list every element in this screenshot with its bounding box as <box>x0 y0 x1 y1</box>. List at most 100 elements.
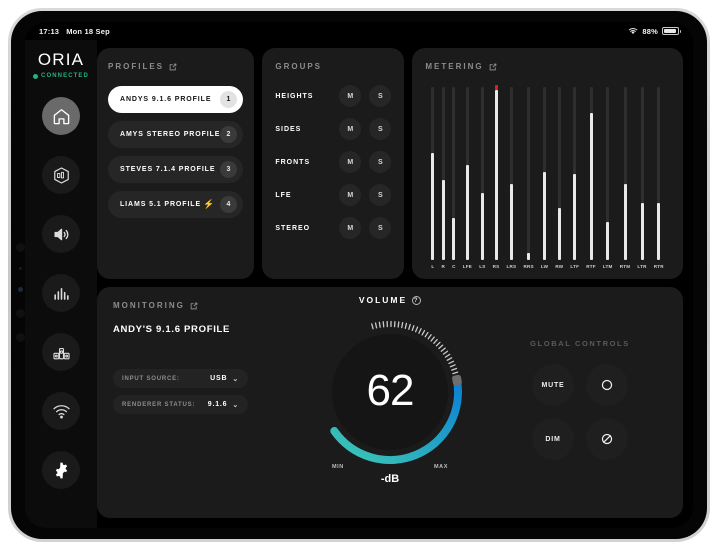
group-solo-button[interactable]: S <box>369 151 392 173</box>
chevron-down-icon[interactable]: ⌄ <box>232 401 239 409</box>
select-key: INPUT SOURCE: <box>122 375 180 382</box>
group-solo-button[interactable]: S <box>369 184 392 206</box>
groups-panel: GROUPS HEIGHTS M S SIDES M S FRONTS M S LFE M S STER… <box>262 48 405 279</box>
help-icon[interactable]: ? <box>412 295 422 305</box>
screen: 17:13 Mon 18 Sep 88% ORIA CONNECTED PROF… <box>25 22 693 528</box>
group-mute-button[interactable]: M <box>339 151 362 173</box>
meter-channel: L <box>431 87 435 269</box>
brand: ORIA CONNECTED <box>33 50 89 79</box>
sidebar-item-audio[interactable] <box>42 215 80 253</box>
volume-unit: -dB <box>380 473 400 485</box>
profile-label: STEVES 7.1.4 PROFILE <box>120 166 216 173</box>
connection-label: CONNECTED <box>41 73 89 79</box>
group-label: SIDES <box>275 125 302 133</box>
profile-item[interactable]: STEVES 7.1.4 PROFILE 3 <box>108 156 244 183</box>
profile-label: ANDYS 9.1.6 PROFILE <box>120 96 212 103</box>
dial-min-label: MIN <box>332 464 344 470</box>
global-controls-section: GLOBAL CONTROLS MUTE DIM <box>505 339 655 460</box>
meter-label: RRS <box>523 264 534 269</box>
meter-fill <box>573 173 577 260</box>
meter-channel: R <box>441 87 445 269</box>
global-disable-button[interactable] <box>586 418 628 460</box>
meter-label: RS <box>492 264 500 269</box>
global-mute-button[interactable]: MUTE <box>532 364 574 406</box>
group-mute-button[interactable]: M <box>339 85 362 107</box>
sensor-dot-blue <box>18 287 23 292</box>
monitoring-select[interactable]: RENDERER STATUS: 9.1.6 ⌄ <box>113 395 248 414</box>
meter-fill <box>623 183 627 260</box>
profile-item[interactable]: LIAMS 5.1 PROFILE ⚡ 4 <box>108 191 244 218</box>
sidebar: ORIA CONNECTED <box>25 40 97 528</box>
meter-fill <box>509 183 513 260</box>
meter-track <box>480 87 484 260</box>
external-link-icon[interactable] <box>489 63 497 71</box>
external-link-icon[interactable] <box>190 302 198 310</box>
group-row: SIDES M S <box>275 118 392 140</box>
meter-fill <box>465 164 469 260</box>
meter-label: LTR <box>637 264 647 269</box>
profile-item[interactable]: ANDYS 9.1.6 PROFILE 1 <box>108 86 244 113</box>
camera-dot <box>16 309 25 318</box>
metering-title-row: METERING <box>425 62 670 71</box>
meter-channel: RTM <box>620 87 631 269</box>
dial-max-label: MAX <box>433 464 448 470</box>
group-label: HEIGHTS <box>275 92 314 100</box>
profile-label: LIAMS 5.1 PROFILE <box>120 201 202 208</box>
meter-label: LFE <box>462 264 473 269</box>
volume-dial[interactable]: 62 MIN MAX <box>310 312 470 472</box>
select-key: RENDERER STATUS: <box>122 401 196 408</box>
tablet-device: 17:13 Mon 18 Sep 88% ORIA CONNECTED PROF… <box>8 8 710 542</box>
profile-item[interactable]: AMYS STEREO PROFILE 2 <box>108 121 244 148</box>
meter-track <box>640 87 644 260</box>
group-solo-button[interactable]: S <box>369 118 392 140</box>
meter-channel: LTM <box>603 87 613 269</box>
global-dim-button[interactable]: DIM <box>532 418 574 460</box>
group-row: STEREO M S <box>275 217 392 239</box>
profile-badge: 3 <box>220 161 238 178</box>
meter-track <box>623 87 627 260</box>
meter-fill <box>494 90 498 260</box>
sidebar-item-network[interactable] <box>42 392 80 430</box>
meter-channel: LTF <box>570 87 579 269</box>
sidebar-item-settings[interactable] <box>42 451 80 489</box>
group-mute-button[interactable]: M <box>339 184 362 206</box>
meter-fill <box>606 221 610 260</box>
metering-title: METERING <box>425 62 484 71</box>
circle-icon <box>601 379 613 391</box>
meter-label: R <box>441 264 446 269</box>
sensor-dot <box>19 267 22 270</box>
monitoring-select[interactable]: INPUT SOURCE: USB ⌄ <box>113 369 248 388</box>
meter-label: L <box>431 264 435 269</box>
profiles-list: ANDYS 9.1.6 PROFILE 1 AMYS STEREO PROFILE 2… <box>108 86 244 218</box>
home-icon <box>53 108 69 124</box>
group-label: FRONTS <box>275 158 311 166</box>
chevron-down-icon[interactable]: ⌄ <box>232 375 239 383</box>
meter-channel: LFE <box>463 87 472 269</box>
meter-label: RTM <box>619 264 631 269</box>
group-solo-button[interactable]: S <box>369 217 392 239</box>
cube-icon <box>53 166 69 184</box>
group-mute-button[interactable]: M <box>339 118 362 140</box>
global-power-button[interactable] <box>586 364 628 406</box>
wifi-icon <box>52 404 70 418</box>
meter-label: LS <box>479 264 486 269</box>
meter-channel: RS <box>492 85 500 269</box>
bars-icon <box>53 287 69 300</box>
meter-channel: LS <box>479 87 485 269</box>
meter-fill <box>452 218 456 260</box>
group-mute-button[interactable]: M <box>339 217 362 239</box>
app-root: ORIA CONNECTED PROFILES ANDYS 9.1.6 PROF… <box>25 40 693 528</box>
external-link-icon[interactable] <box>169 63 177 71</box>
meter-track <box>452 87 456 260</box>
metering-panel: METERING L R C LFE LS RS LRS RRS LW RW LTF RTF LTM RT… <box>412 48 683 279</box>
sidebar-item-monitors[interactable] <box>42 333 80 371</box>
status-bar: 17:13 Mon 18 Sep 88% <box>25 22 693 40</box>
sidebar-item-spatial[interactable] <box>42 156 80 194</box>
group-solo-button[interactable]: S <box>369 85 392 107</box>
sidebar-item-levels[interactable] <box>42 274 80 312</box>
sidebar-item-home[interactable] <box>42 97 80 135</box>
group-row: HEIGHTS M S <box>275 85 392 107</box>
meter-track <box>557 87 561 260</box>
meter-track <box>606 87 610 260</box>
meter-bars: L R C LFE LS RS LRS RRS LW RW LTF RTF LTM RTM LTR RTR <box>425 85 670 269</box>
